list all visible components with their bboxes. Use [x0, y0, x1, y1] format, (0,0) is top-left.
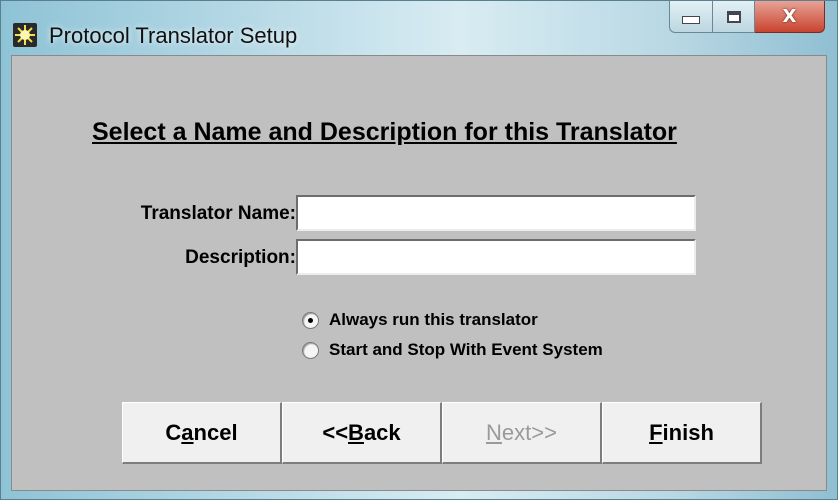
close-icon: X — [782, 6, 797, 27]
radio-label[interactable]: Always run this translator — [329, 310, 538, 330]
description-label: Description: — [185, 247, 296, 268]
cancel-label-pre: C — [165, 419, 182, 445]
radio-always-run[interactable]: Always run this translator — [302, 310, 538, 330]
cancel-label-post: ncel — [193, 419, 238, 445]
maximize-button[interactable] — [713, 1, 755, 33]
caption-buttons: X — [669, 1, 825, 35]
next-label-post: ext>> — [501, 419, 557, 445]
cancel-button[interactable]: Ca ncel — [122, 402, 282, 464]
finish-mnemonic: F — [649, 419, 663, 445]
radio-start-stop-with-event-system[interactable]: Start and Stop With Event System — [302, 340, 603, 360]
maximize-icon — [726, 10, 741, 23]
next-mnemonic: N — [486, 419, 502, 445]
description-input[interactable] — [296, 239, 696, 275]
close-button[interactable]: X — [755, 1, 825, 33]
minimize-button[interactable] — [669, 1, 713, 33]
minimize-icon — [682, 15, 700, 24]
cancel-mnemonic: a — [181, 419, 194, 445]
back-label-post: ack — [363, 419, 401, 445]
dialog-heading: Select a Name and Description for this T… — [92, 118, 677, 146]
title-bar[interactable]: Protocol Translator Setup X — [1, 1, 837, 55]
radio-button-checked[interactable] — [302, 311, 319, 329]
radio-label[interactable]: Start and Stop With Event System — [329, 340, 603, 360]
finish-button[interactable]: Finish — [602, 402, 762, 464]
dialog-body: Select a Name and Description for this T… — [11, 55, 827, 491]
back-mnemonic: B — [348, 419, 364, 445]
sunburst-app-icon[interactable] — [13, 23, 37, 47]
next-button[interactable]: Next>> — [442, 402, 602, 464]
back-button[interactable]: << Back — [282, 402, 442, 464]
finish-label-post: inish — [662, 419, 714, 445]
window-title: Protocol Translator Setup — [49, 23, 298, 48]
setup-window: Protocol Translator Setup X Select a Nam… — [0, 0, 838, 500]
radio-button-unchecked[interactable] — [302, 341, 319, 359]
translator-name-label: Translator Name: — [140, 203, 296, 224]
wizard-button-row: Ca ncel << Back Next>> Finish — [122, 402, 762, 464]
translator-name-input[interactable] — [296, 195, 696, 231]
back-label-pre: << — [322, 419, 349, 445]
